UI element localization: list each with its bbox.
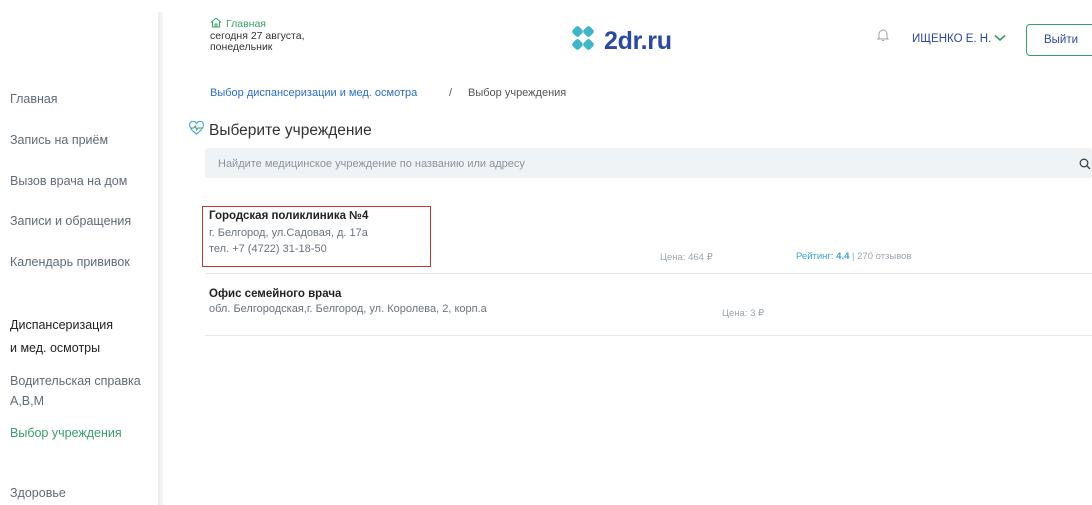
sidebar-item-records[interactable]: Записи и обращения — [10, 214, 131, 228]
rating-value: 4.4 — [836, 251, 850, 262]
search-icon[interactable] — [1079, 157, 1091, 175]
rating-label: Рейтинг: — [796, 251, 834, 262]
sidebar-section-title-line1: Диспансеризация — [10, 318, 114, 332]
sidebar-item-health[interactable]: Здоровье — [10, 486, 66, 500]
user-name: ИЩЕНКО Е. Н. — [912, 33, 992, 45]
chevron-down-icon — [994, 33, 1006, 45]
sidebar-item-appointment[interactable]: Запись на приём — [10, 133, 108, 147]
home-link-label: Главная — [226, 18, 266, 30]
selection-highlight — [202, 206, 431, 267]
search-bar — [205, 148, 1092, 180]
notifications-button[interactable] — [876, 28, 890, 47]
search-input[interactable] — [205, 148, 1040, 180]
sidebar-section-checkups[interactable]: Диспансеризация и мед. осмотры — [10, 314, 113, 360]
sidebar-item-choose-institution[interactable]: Выбор учреждения — [10, 426, 122, 440]
reviews-count[interactable]: | 270 отзывов — [852, 251, 911, 262]
user-menu[interactable]: ИЩЕНКО Е. Н. — [912, 33, 1006, 45]
home-icon — [210, 17, 222, 31]
clinic-list-item[interactable]: Офис семейного врача обл. Белгородская,г… — [205, 274, 1092, 336]
breadcrumb-link-checkup-selection[interactable]: Выбор диспансеризации и мед. осмотра — [210, 87, 417, 99]
sidebar-item-home[interactable]: Главная — [10, 92, 58, 106]
sidebar-item-driver-certificate[interactable]: Водительская справка A,B,M — [10, 371, 141, 411]
clinic-rating[interactable]: Рейтинг: 4.4 | 270 отзывов — [796, 251, 912, 262]
breadcrumb-current: Выбор учреждения — [468, 87, 567, 99]
breadcrumb-separator: / — [449, 87, 453, 99]
home-link[interactable]: Главная — [210, 17, 266, 31]
clinic-price: Цена: 464 ₽ — [660, 252, 713, 263]
clinic-address: обл. Белгородская,г. Белгород, ул. Корол… — [209, 303, 487, 315]
sidebar-item-vaccination-calendar[interactable]: Календарь прививок — [10, 255, 130, 269]
logout-button[interactable]: Выйти — [1026, 24, 1092, 56]
clinic-price: Цена: 3 ₽ — [722, 308, 765, 319]
sidebar-item-home-visit[interactable]: Вызов врача на дом — [10, 174, 127, 188]
current-date: сегодня 27 августа, понедельник — [210, 31, 305, 53]
clover-logo-icon — [568, 24, 598, 59]
date-line2: понедельник — [210, 41, 273, 53]
bell-icon — [876, 29, 890, 46]
sidebar-sub-item-line1: Водительская справка — [10, 374, 141, 388]
page-title: Выберите учреждение — [209, 121, 372, 139]
clinic-name: Офис семейного врача — [209, 288, 342, 300]
sidebar: Главная Запись на приём Вызов врача на д… — [0, 0, 158, 505]
sidebar-divider — [158, 12, 163, 505]
logo[interactable]: 2dr.ru — [568, 24, 672, 59]
logo-text: 2dr.ru — [604, 27, 672, 55]
page-header: Выберите учреждение — [189, 120, 372, 140]
sidebar-section-title-line2: и мед. осмотры — [10, 341, 101, 355]
sidebar-sub-item-line2: A,B,M — [10, 394, 45, 408]
heart-pulse-icon — [189, 120, 204, 140]
